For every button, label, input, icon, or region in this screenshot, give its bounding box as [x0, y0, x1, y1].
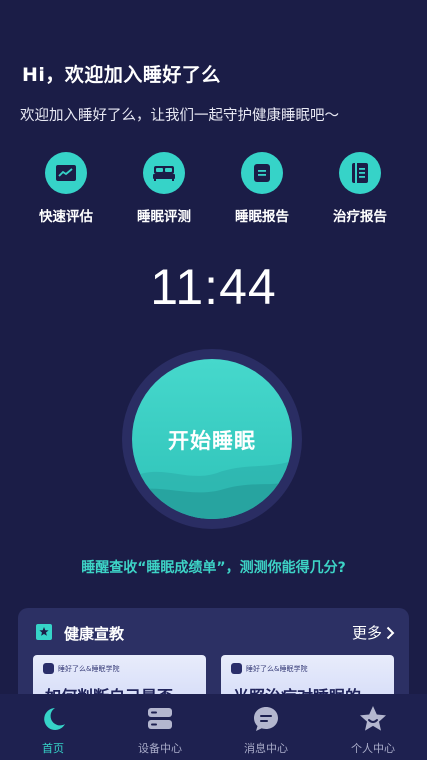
quick-action-label: 睡眠报告	[235, 209, 289, 225]
card-header: 健康宣教 更多	[18, 608, 409, 656]
more-label: 更多	[351, 624, 382, 642]
report-icon	[241, 152, 283, 194]
star-icon	[360, 706, 386, 731]
home-screen: Hi，欢迎加入睡好了么 欢迎加入睡好了么，让我们一起守护健康睡眠吧～ 快速评估	[0, 0, 427, 760]
quick-action-label: 快速评估	[39, 209, 93, 225]
quick-action-sleep-report[interactable]: 睡眠报告	[222, 152, 302, 225]
moon-icon	[44, 708, 65, 730]
chevron-right-icon	[386, 626, 395, 639]
article-brand: 睡好了么&睡眠学院	[43, 663, 119, 674]
clock-display: 11:44	[150, 259, 277, 315]
tab-device-center[interactable]: 设备中心	[107, 694, 213, 760]
device-icon	[148, 708, 172, 729]
tab-label: 个人中心	[351, 742, 395, 755]
article-brand-text: 睡好了么&睡眠学院	[246, 664, 308, 673]
bottom-tabbar: 首页 设备中心 消息中心 个人中心	[0, 694, 427, 760]
start-sleep-circle: 开始睡眠	[132, 359, 292, 519]
tab-message-center[interactable]: 消息中心	[213, 694, 319, 760]
tab-home[interactable]: 首页	[0, 694, 106, 760]
article-brand-text: 睡好了么&睡眠学院	[58, 664, 120, 673]
sleep-score-promo[interactable]: 睡醒查收“睡眠成绩单”，测测你能得几分?	[0, 557, 427, 577]
brand-logo-icon	[43, 663, 54, 674]
tab-label: 首页	[42, 742, 64, 755]
tab-label: 消息中心	[244, 742, 288, 755]
bookmark-star-icon	[35, 623, 53, 645]
tab-personal-center[interactable]: 个人中心	[320, 694, 426, 760]
quick-action-label: 治疗报告	[333, 209, 387, 225]
quick-action-assessment[interactable]: 快速评估	[26, 152, 106, 225]
card-title: 健康宣教	[64, 625, 125, 643]
quick-action-sleep-test[interactable]: 睡眠评测	[124, 152, 204, 225]
quick-actions: 快速评估 睡眠评测 睡眠报告 治疗报告	[0, 152, 427, 232]
quick-action-label: 睡眠评测	[137, 209, 191, 225]
chat-icon	[254, 707, 278, 731]
greeting-title: Hi，欢迎加入睡好了么	[22, 64, 221, 86]
brand-logo-icon	[231, 663, 242, 674]
article-brand: 睡好了么&睡眠学院	[231, 663, 307, 674]
start-sleep-button[interactable]: 开始睡眠	[122, 349, 302, 529]
start-sleep-label: 开始睡眠	[168, 429, 256, 453]
quick-action-treatment-report[interactable]: 治疗报告	[320, 152, 400, 225]
book-icon	[339, 152, 381, 194]
more-link[interactable]: 更多	[352, 622, 395, 643]
tab-label: 设备中心	[138, 742, 182, 755]
chart-line-icon	[45, 152, 87, 194]
greeting-subtitle: 欢迎加入睡好了么，让我们一起守护健康睡眠吧～	[20, 108, 339, 124]
bed-icon	[143, 152, 185, 194]
